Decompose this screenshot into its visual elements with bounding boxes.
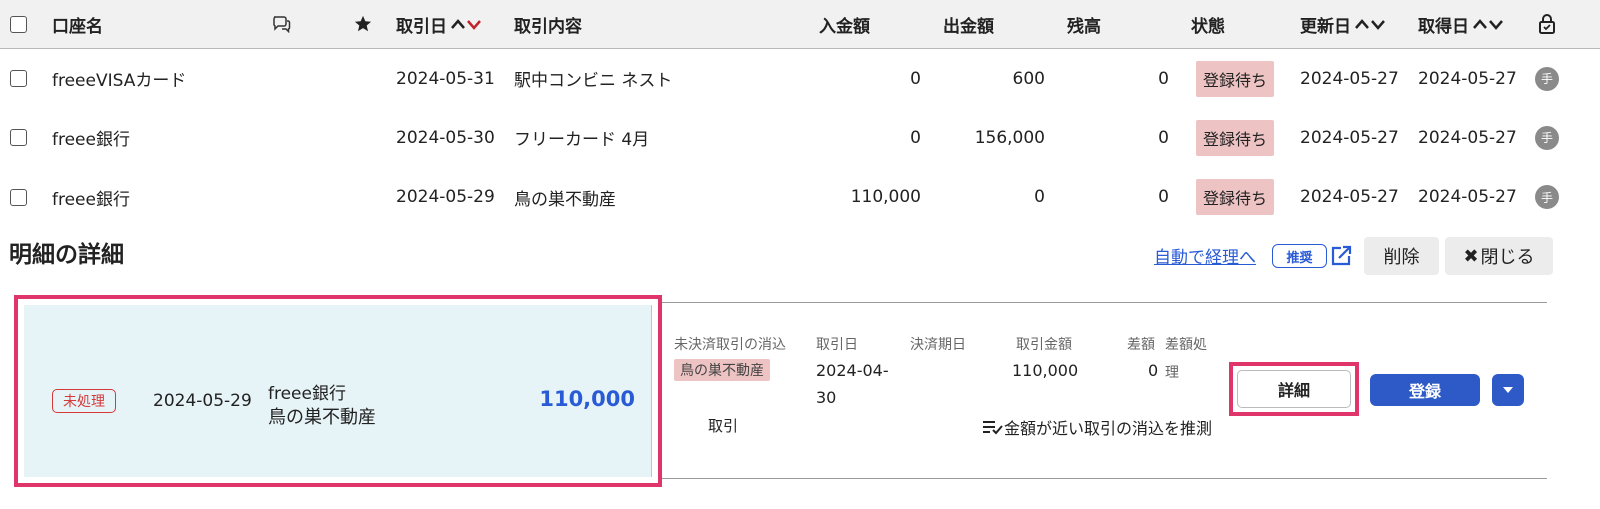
status-badge-label: 登録待ち bbox=[1196, 119, 1275, 156]
auto-accounting-link[interactable]: 自動で経理へ bbox=[1154, 243, 1256, 268]
manual-source-label: 手 bbox=[1535, 185, 1559, 209]
header-withdrawal: 出金額 bbox=[943, 16, 994, 37]
row-account: freee銀行 bbox=[52, 189, 130, 210]
row-content: フリーカード 4月 bbox=[514, 130, 650, 150]
close-icon: ✖ bbox=[1463, 245, 1479, 267]
sort-icon[interactable] bbox=[1354, 17, 1386, 31]
status-badge-label: 登録待ち bbox=[1196, 179, 1275, 215]
diff-value: 0 bbox=[1148, 361, 1159, 380]
guess-match-link[interactable]: 金額が近い取引の消込を推測 bbox=[982, 415, 1212, 439]
row-withdrawal: 156,000 bbox=[974, 127, 1045, 148]
sort-icon[interactable] bbox=[450, 17, 482, 31]
unprocessed-badge: 未処理 bbox=[52, 389, 116, 413]
row-balance: 0 bbox=[1158, 68, 1169, 89]
table-header: 口座名 取引日 取引内容 入金額 出金額 残高 状態 更新日 取得日 bbox=[0, 0, 1600, 49]
diff-label: 差額 bbox=[1127, 337, 1155, 353]
manual-source-icon: 手 bbox=[1535, 167, 1559, 227]
selected-transaction-inner: 未処理 2024-05-29 freee銀行 鳥の巣不動産 110,000 bbox=[24, 305, 652, 477]
row-deposit: 0 bbox=[910, 68, 921, 89]
status-badge: 登録待ち bbox=[1196, 49, 1275, 108]
header-date[interactable]: 取引日 bbox=[396, 0, 482, 48]
settle-label: 未決済取引の消込 bbox=[674, 337, 786, 353]
row-updated: 2024-05-27 bbox=[1300, 187, 1399, 207]
manual-source-label: 手 bbox=[1535, 66, 1559, 91]
row-checkbox[interactable] bbox=[10, 49, 27, 108]
table-row[interactable]: freeeVISAカード 2024-05-31 駅中コンビニ ネスト 0 600… bbox=[0, 49, 1600, 109]
row-checkbox[interactable] bbox=[10, 167, 27, 227]
register-button[interactable]: 登録 bbox=[1370, 374, 1480, 406]
row-updated: 2024-05-27 bbox=[1300, 127, 1399, 148]
header-updated[interactable]: 更新日 bbox=[1300, 0, 1386, 48]
table-row[interactable]: freee銀行 2024-05-29 鳥の巣不動産 110,000 0 0 登録… bbox=[0, 167, 1600, 227]
header-date-label: 取引日 bbox=[396, 16, 447, 37]
select-all-checkbox[interactable] bbox=[10, 0, 27, 48]
match-amount-label: 取引金額 bbox=[1016, 337, 1072, 353]
external-link-icon[interactable] bbox=[1330, 245, 1352, 271]
status-badge: 登録待ち bbox=[1196, 108, 1275, 167]
row-acquired: 2024-05-27 bbox=[1418, 187, 1517, 207]
manual-source-icon: 手 bbox=[1535, 49, 1559, 108]
detail-button-highlight: 詳細 bbox=[1229, 362, 1359, 416]
register-options-button[interactable] bbox=[1492, 374, 1524, 406]
close-button-label: 閉じる bbox=[1480, 247, 1535, 268]
row-content: 鳥の巣不動産 bbox=[514, 189, 616, 210]
header-content: 取引内容 bbox=[514, 16, 582, 37]
diff-process-label: 差額処 bbox=[1165, 337, 1207, 353]
close-button[interactable]: ✖ 閉じる bbox=[1445, 237, 1553, 275]
match-date-label: 取引日 bbox=[816, 337, 858, 353]
row-date: 2024-05-31 bbox=[396, 68, 495, 89]
row-deposit: 110,000 bbox=[850, 187, 921, 207]
row-checkbox[interactable] bbox=[10, 108, 27, 167]
row-date: 2024-05-30 bbox=[396, 127, 495, 148]
header-deposit: 入金額 bbox=[819, 16, 870, 37]
detail-title: 明細の詳細 bbox=[9, 242, 124, 268]
matched-partner-tag: 鳥の巣不動産 bbox=[674, 359, 770, 381]
row-account: freeeVISAカード bbox=[52, 71, 187, 91]
detail-button[interactable]: 詳細 bbox=[1237, 370, 1351, 408]
recommend-badge: 推奨 bbox=[1272, 244, 1327, 268]
header-acquired[interactable]: 取得日 bbox=[1418, 0, 1504, 48]
manual-source-icon: 手 bbox=[1535, 108, 1559, 167]
header-acquired-label: 取得日 bbox=[1418, 16, 1469, 37]
row-withdrawal: 600 bbox=[1012, 68, 1045, 89]
row-content: 駅中コンビニ ネスト bbox=[514, 71, 673, 91]
match-amount: 110,000 bbox=[1012, 361, 1079, 380]
guess-match-label: 金額が近い取引の消込を推測 bbox=[1004, 419, 1213, 438]
row-date: 2024-05-29 bbox=[396, 187, 495, 207]
row-balance: 0 bbox=[1158, 127, 1169, 148]
selected-transaction-card[interactable]: 未処理 2024-05-29 freee銀行 鳥の巣不動産 110,000 bbox=[14, 295, 662, 487]
sort-icon[interactable] bbox=[1472, 17, 1504, 31]
lock-icon bbox=[1538, 0, 1556, 48]
delete-button[interactable]: 削除 bbox=[1364, 237, 1439, 275]
row-updated: 2024-05-27 bbox=[1300, 68, 1399, 89]
transaction-bank: freee銀行 bbox=[268, 384, 346, 404]
row-account: freee銀行 bbox=[52, 130, 130, 150]
header-status: 状態 bbox=[1191, 16, 1225, 37]
status-badge-label: 登録待ち bbox=[1196, 60, 1275, 97]
chevron-down-icon bbox=[1503, 387, 1513, 393]
transaction-type-label: 取引 bbox=[708, 417, 739, 435]
list-check-icon bbox=[983, 421, 1003, 435]
row-deposit: 0 bbox=[910, 127, 921, 148]
header-account[interactable]: 口座名 bbox=[52, 0, 103, 48]
star-icon[interactable] bbox=[354, 0, 372, 48]
match-date-line2: 30 bbox=[816, 388, 837, 407]
manual-source-label: 手 bbox=[1535, 125, 1559, 150]
table-row[interactable]: freee銀行 2024-05-30 フリーカード 4月 0 156,000 0… bbox=[0, 108, 1600, 168]
comment-icon[interactable] bbox=[271, 0, 291, 48]
header-balance: 残高 bbox=[1067, 16, 1101, 37]
row-balance: 0 bbox=[1158, 187, 1169, 207]
transaction-amount: 110,000 bbox=[539, 387, 635, 411]
row-withdrawal: 0 bbox=[1034, 187, 1045, 207]
status-badge: 登録待ち bbox=[1196, 167, 1275, 227]
diff-process-label-2: 理 bbox=[1165, 365, 1179, 381]
header-updated-label: 更新日 bbox=[1300, 16, 1351, 37]
transaction-description: 鳥の巣不動産 bbox=[268, 407, 376, 428]
transaction-date: 2024-05-29 bbox=[153, 391, 252, 411]
row-acquired: 2024-05-27 bbox=[1418, 127, 1517, 148]
due-date-label: 決済期日 bbox=[910, 337, 966, 353]
match-date-line1: 2024-04- bbox=[816, 361, 889, 380]
row-acquired: 2024-05-27 bbox=[1418, 68, 1517, 89]
